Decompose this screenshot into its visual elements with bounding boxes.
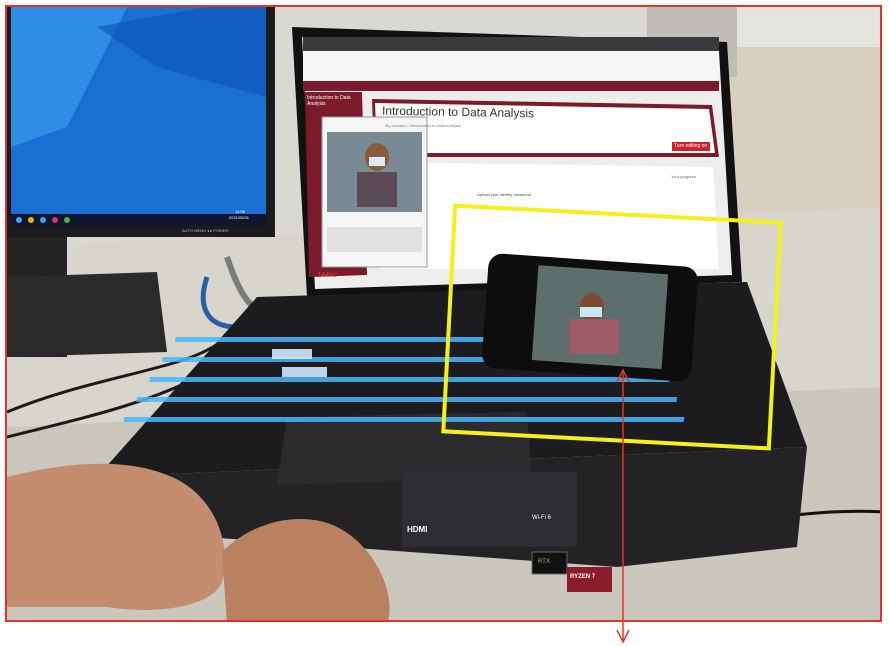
annotation-arrow (616, 368, 630, 644)
